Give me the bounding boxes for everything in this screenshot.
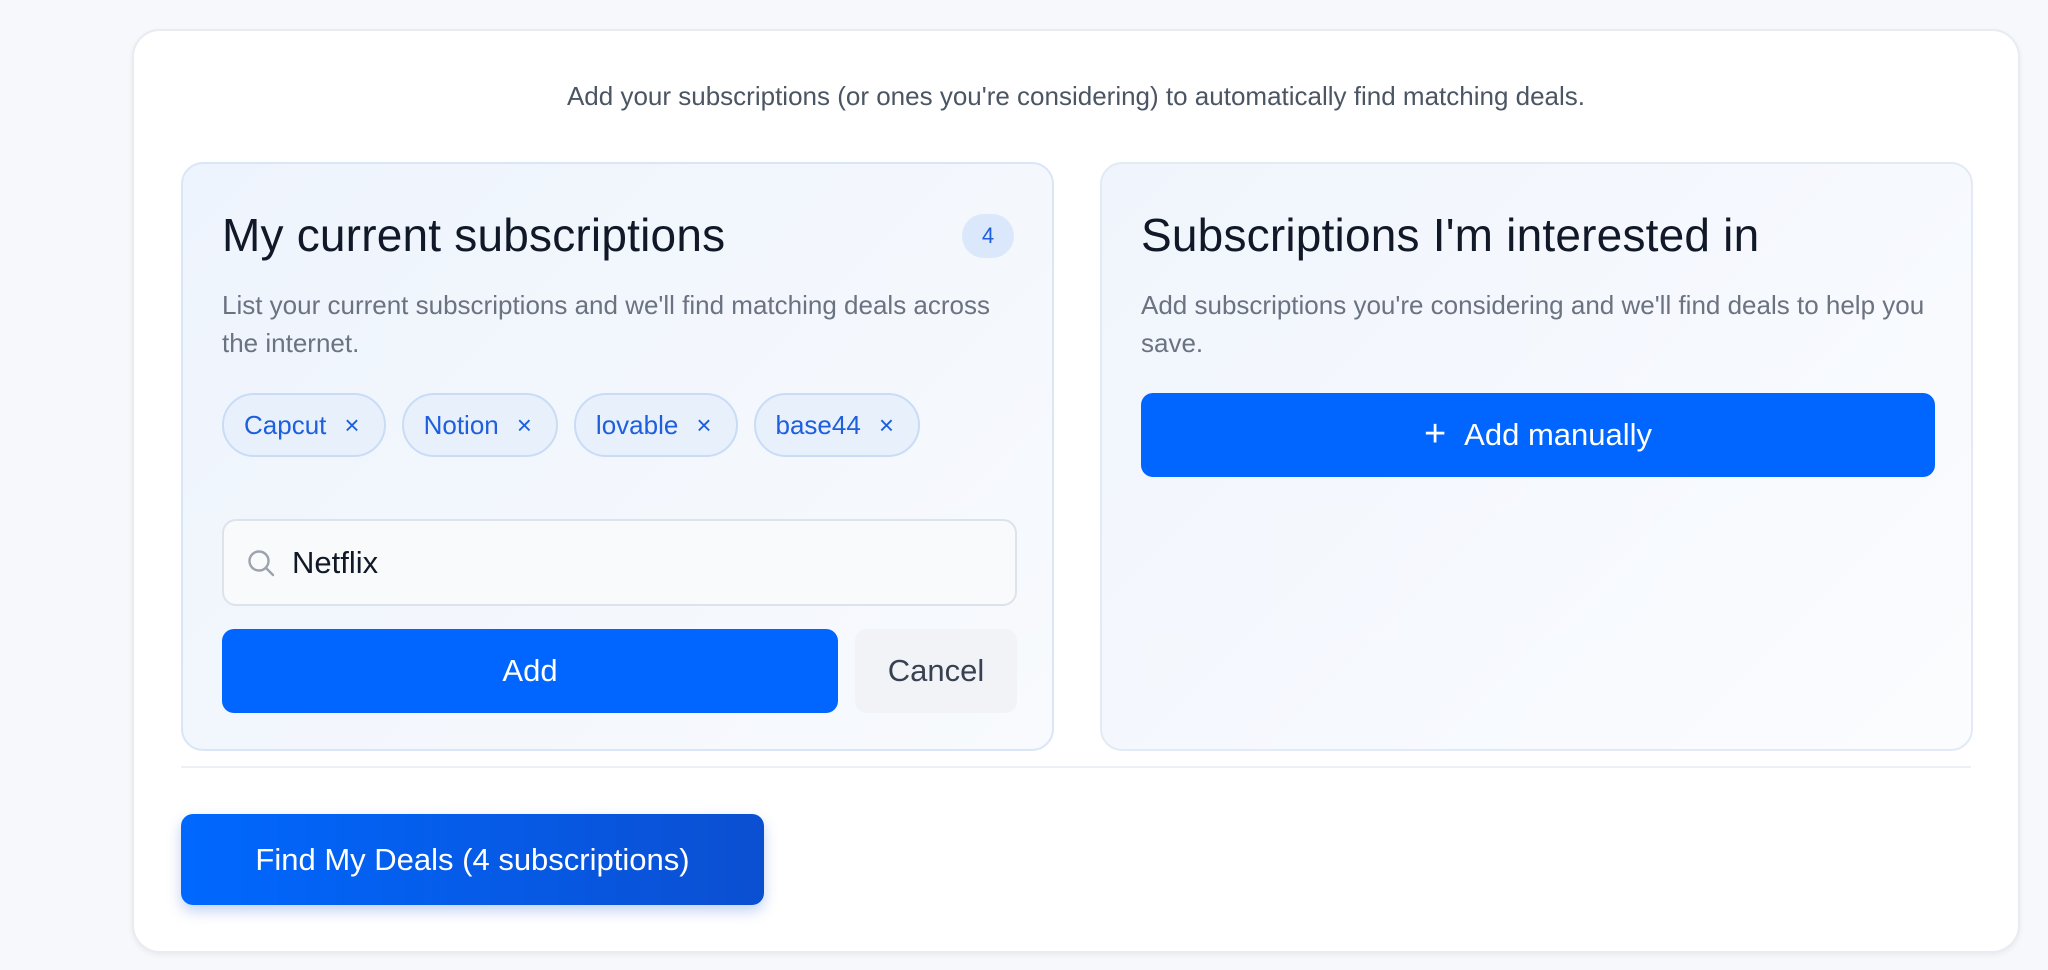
current-subscriptions-description: List your current subscriptions and we'l… xyxy=(222,290,990,358)
subscription-chip: Notion × xyxy=(401,393,558,457)
add-manually-button[interactable]: + Add manually xyxy=(1141,393,1935,477)
search-icon xyxy=(248,549,275,576)
subscription-chip: base44 × xyxy=(753,393,921,457)
current-subscriptions-panel: My current subscriptions 4 List your cur… xyxy=(181,162,1054,751)
subscription-chips: Capcut × Notion × lovable × base44 × xyxy=(222,393,921,457)
subscriptions-card: Add your subscriptions (or ones you're c… xyxy=(132,29,2020,953)
current-subscriptions-title: My current subscriptions xyxy=(222,209,726,261)
remove-chip-icon[interactable]: × xyxy=(696,412,711,438)
find-my-deals-button[interactable]: Find My Deals (4 subscriptions) xyxy=(181,814,764,905)
subscription-count-badge: 4 xyxy=(962,214,1014,258)
chip-label: Capcut xyxy=(244,409,327,440)
plus-icon: + xyxy=(1423,412,1447,455)
divider xyxy=(181,766,1971,768)
subscription-search-input[interactable] xyxy=(292,544,992,581)
subscription-chip: lovable × xyxy=(573,393,738,457)
remove-chip-icon[interactable]: × xyxy=(344,412,359,438)
chip-label: base44 xyxy=(775,409,861,440)
interested-subscriptions-title: Subscriptions I'm interested in xyxy=(1141,209,1760,261)
cancel-button[interactable]: Cancel xyxy=(855,629,1017,713)
interested-subscriptions-description: Add subscriptions you're considering and… xyxy=(1141,290,1925,358)
chip-label: Notion xyxy=(423,409,499,440)
add-subscription-button[interactable]: Add xyxy=(222,629,838,713)
subscription-chip: Capcut × xyxy=(222,393,386,457)
remove-chip-icon[interactable]: × xyxy=(879,412,894,438)
add-manually-label: Add manually xyxy=(1464,417,1653,452)
remove-chip-icon[interactable]: × xyxy=(517,412,532,438)
interested-subscriptions-panel: Subscriptions I'm interested in Add subs… xyxy=(1100,162,1973,751)
intro-text: Add your subscriptions (or ones you're c… xyxy=(566,81,1586,111)
chip-label: lovable xyxy=(595,409,679,440)
subscription-search-field xyxy=(222,519,1017,606)
